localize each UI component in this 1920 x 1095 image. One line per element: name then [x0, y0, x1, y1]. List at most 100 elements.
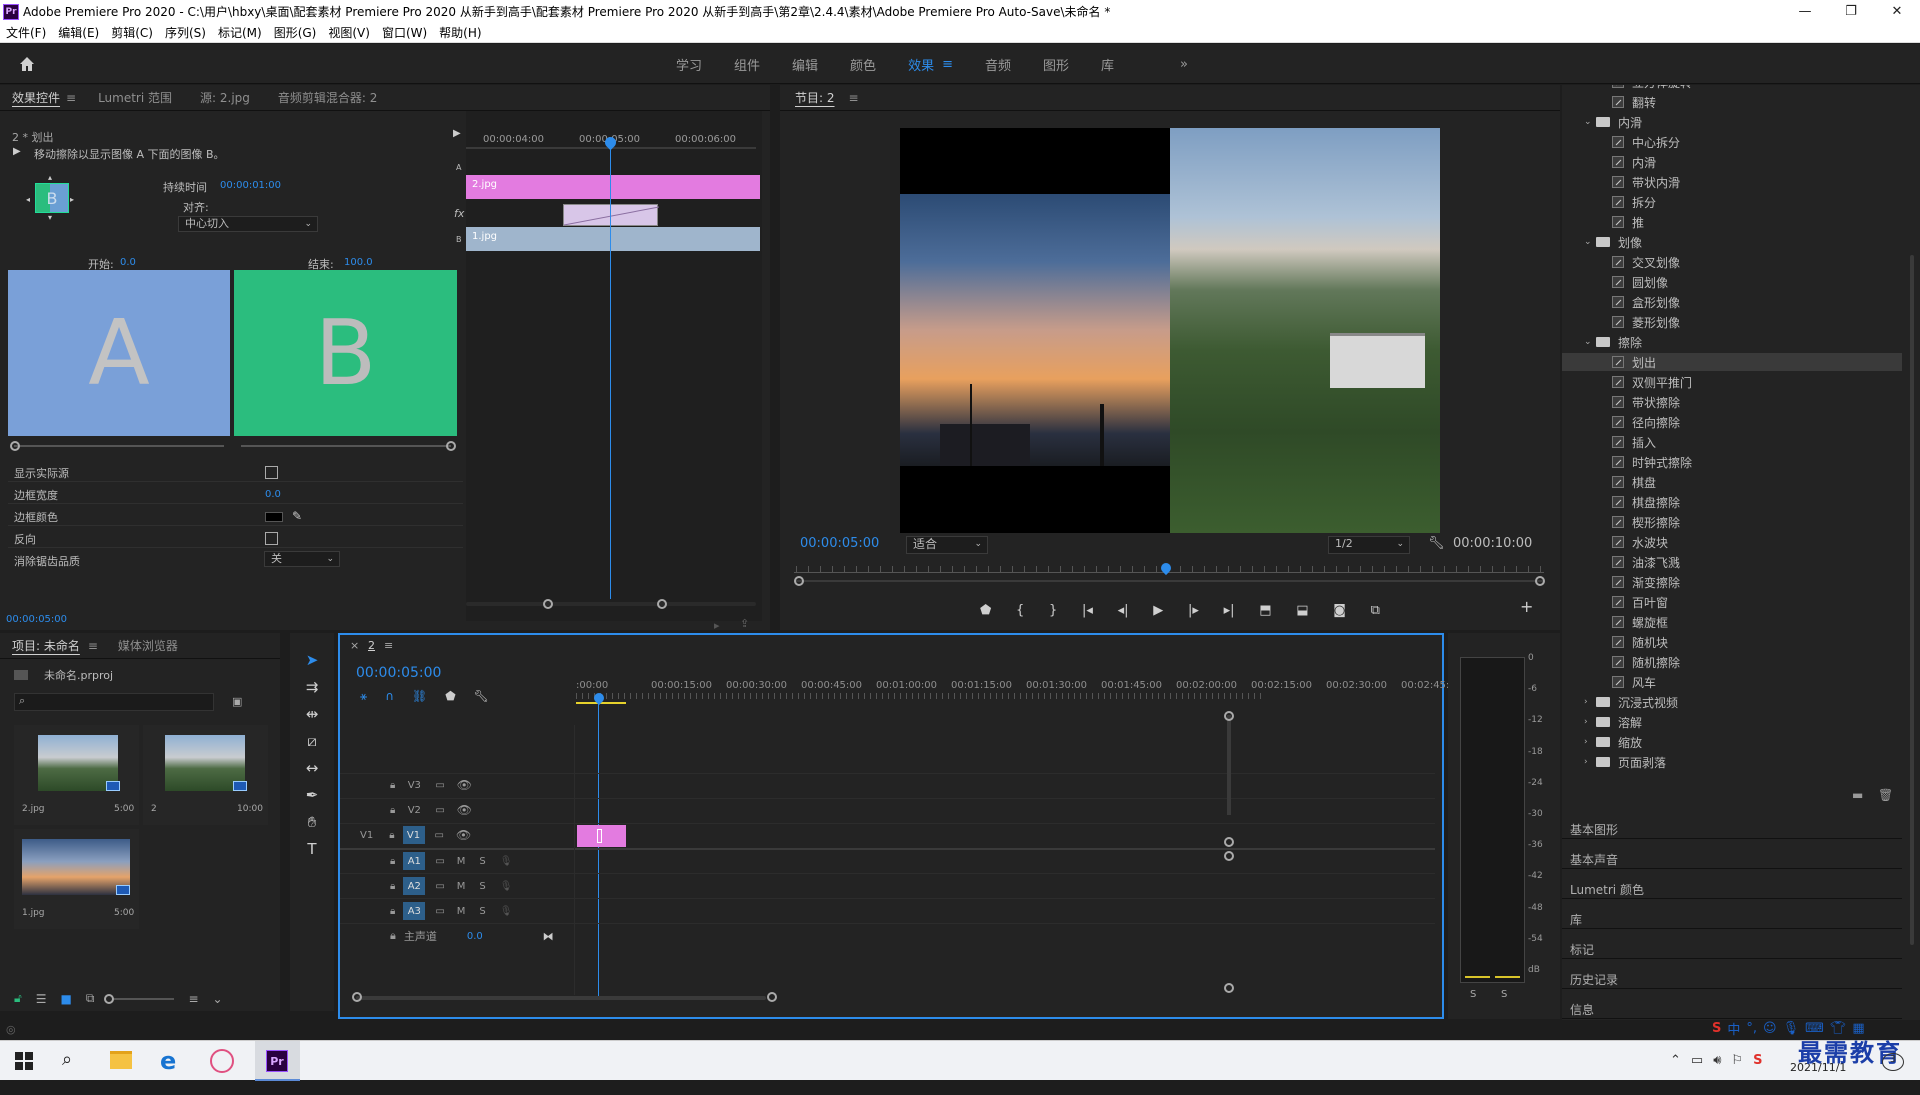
menu-file[interactable]: 文件(F): [6, 24, 46, 41]
show-actual-sources-checkbox[interactable]: [265, 466, 278, 479]
effects-item[interactable]: 中心拆分: [1562, 133, 1902, 151]
step-forward-icon[interactable]: |▸: [1188, 603, 1199, 618]
end-value[interactable]: 100.0: [344, 257, 373, 268]
chevron-down-icon[interactable]: ⌄: [1584, 117, 1596, 127]
effect-controls-menu-icon[interactable]: ≡: [66, 91, 76, 105]
sync-lock-icon[interactable]: ▭: [435, 906, 444, 917]
workspace-tab-graphics[interactable]: 图形: [1043, 55, 1069, 74]
add-button-icon[interactable]: +: [1520, 597, 1533, 616]
list-view-icon[interactable]: ☰: [36, 992, 47, 1006]
clip-a-bar[interactable]: 2.jpg: [466, 175, 760, 199]
add-marker-icon[interactable]: ⬟: [445, 689, 455, 704]
razor-tool-icon[interactable]: ⧄: [307, 732, 317, 750]
workspace-tab-audio[interactable]: 音频: [985, 55, 1011, 74]
punctuation-icon[interactable]: °,: [1746, 1021, 1757, 1036]
effects-item[interactable]: 盒形划像: [1562, 293, 1902, 311]
go-to-in-icon[interactable]: |◂: [1082, 603, 1093, 618]
tab-project[interactable]: 项目: 未命名: [12, 637, 80, 654]
start-slider[interactable]: [14, 445, 224, 447]
effects-item[interactable]: 双侧平推门: [1562, 373, 1902, 391]
eye-icon[interactable]: 👁︎: [457, 803, 472, 817]
project-item-1jpg[interactable]: 1.jpg 5:00: [14, 829, 139, 929]
lock-icon[interactable]: 🔒︎: [390, 856, 395, 867]
menu-graphics[interactable]: 图形(G): [274, 24, 317, 41]
network-icon[interactable]: ▭: [1691, 1053, 1703, 1068]
project-item-2jpg[interactable]: 2.jpg 5:00: [14, 725, 139, 825]
effects-item[interactable]: 带状内滑: [1562, 173, 1902, 191]
antialias-select[interactable]: 关 ⌄: [264, 551, 340, 567]
workspace-more-button[interactable]: »: [1180, 57, 1188, 72]
track-label-v1[interactable]: V1: [402, 826, 425, 844]
type-tool-icon[interactable]: T: [307, 840, 316, 858]
effects-item[interactable]: 渐变擦除: [1562, 573, 1902, 591]
sync-lock-icon[interactable]: ▭: [435, 856, 444, 867]
edge-arrow-right-icon[interactable]: ▸: [70, 195, 74, 204]
sogou-tray-icon[interactable]: S: [1753, 1053, 1762, 1068]
effects-item[interactable]: 内滑: [1562, 153, 1902, 171]
effects-folder[interactable]: › 沉浸式视频: [1562, 693, 1902, 711]
timeline-menu-icon[interactable]: ≡: [384, 639, 393, 652]
notification-icon[interactable]: 3: [1882, 1053, 1904, 1071]
effects-item[interactable]: 翻转: [1562, 93, 1902, 111]
effects-item[interactable]: 推: [1562, 213, 1902, 231]
audio-scroll-handle[interactable]: [1224, 983, 1234, 993]
timeline-scroll-right-handle[interactable]: [767, 992, 777, 1002]
effects-item[interactable]: 划出: [1562, 353, 1902, 371]
ripple-edit-tool-icon[interactable]: ⇹: [306, 705, 319, 723]
border-color-swatch[interactable]: [265, 512, 283, 522]
track-label-v3[interactable]: V3: [403, 780, 425, 791]
clip-b-bar[interactable]: 1.jpg: [466, 227, 760, 251]
mic-icon[interactable]: 🎙︎: [1783, 1021, 1800, 1036]
effects-item[interactable]: 棋盘擦除: [1562, 493, 1902, 511]
sogou-logo-icon[interactable]: S: [1712, 1021, 1721, 1036]
effects-item[interactable]: 时钟式擦除: [1562, 453, 1902, 471]
lift-icon[interactable]: ⬒: [1259, 603, 1271, 618]
timeline-ruler[interactable]: :00:00 00:00:15:00 00:00:30:00 00:00:45:00 0…: [576, 680, 1449, 694]
master-volume-value[interactable]: 0.0: [467, 931, 483, 942]
timeline-scroll-left-handle[interactable]: [352, 992, 362, 1002]
zoom-slider-handle[interactable]: [104, 993, 115, 1004]
lock-icon[interactable]: 🔒︎: [390, 929, 396, 943]
mute-button[interactable]: M: [457, 906, 466, 917]
effects-item[interactable]: 楔形擦除: [1562, 513, 1902, 531]
program-zoom-left-handle[interactable]: [794, 576, 804, 586]
track-label-v2[interactable]: V2: [403, 805, 425, 816]
effects-item[interactable]: 立方体旋转: [1562, 85, 1902, 91]
border-width-value[interactable]: 0.0: [265, 489, 281, 500]
microphone-icon[interactable]: 🎙︎: [500, 856, 513, 867]
nest-toggle-icon[interactable]: ⚹: [360, 689, 367, 704]
edge-arrow-top-icon[interactable]: ▴: [48, 173, 52, 182]
wrench-icon[interactable]: 🔧︎: [1428, 536, 1445, 551]
collapsed-panel-tab[interactable]: 信息: [1570, 1001, 1594, 1018]
mute-button[interactable]: M: [457, 856, 466, 867]
snap-icon[interactable]: ∩: [385, 689, 394, 704]
sync-lock-icon[interactable]: ▭: [435, 805, 444, 816]
premiere-taskbar-button[interactable]: Pr: [255, 1041, 300, 1081]
microphone-icon[interactable]: 🎙︎: [500, 906, 513, 917]
track-label-a3[interactable]: A3: [403, 902, 426, 920]
lock-icon[interactable]: 🔒︎: [390, 780, 395, 791]
mini-scrollbar[interactable]: [466, 602, 756, 606]
track-label-a2[interactable]: A2: [403, 877, 426, 895]
audio-scroll-handle[interactable]: [1224, 851, 1234, 861]
home-icon[interactable]: [17, 54, 37, 74]
video-scroll-handle[interactable]: [1224, 711, 1234, 721]
solo-button[interactable]: S: [479, 906, 485, 917]
solo-button[interactable]: S: [479, 881, 485, 892]
resolution-select[interactable]: 1/2 ⌄: [1328, 536, 1410, 554]
effects-folder[interactable]: ⌄ 内滑: [1562, 113, 1902, 131]
video-tracks-scrollbar[interactable]: [1227, 715, 1231, 815]
effects-item[interactable]: 百叶窗: [1562, 593, 1902, 611]
program-video-frame[interactable]: [900, 128, 1440, 533]
chevron-right-icon[interactable]: ›: [1584, 737, 1596, 747]
tab-source[interactable]: 源: 2.jpg: [200, 89, 250, 106]
file-explorer-icon[interactable]: [110, 1051, 132, 1069]
collapsed-panel-tab[interactable]: 标记: [1570, 941, 1594, 958]
effects-item[interactable]: 拆分: [1562, 193, 1902, 211]
chevron-down-icon[interactable]: ⌄: [1584, 237, 1596, 247]
collapsed-panel-tab[interactable]: Lumetri 颜色: [1570, 881, 1644, 898]
mini-scroll-right-handle[interactable]: [657, 599, 667, 609]
lock-icon[interactable]: 🔒︎: [390, 805, 395, 816]
chevron-down-icon[interactable]: ⌄: [213, 992, 223, 1006]
microphone-icon[interactable]: 🎙︎: [500, 881, 513, 892]
